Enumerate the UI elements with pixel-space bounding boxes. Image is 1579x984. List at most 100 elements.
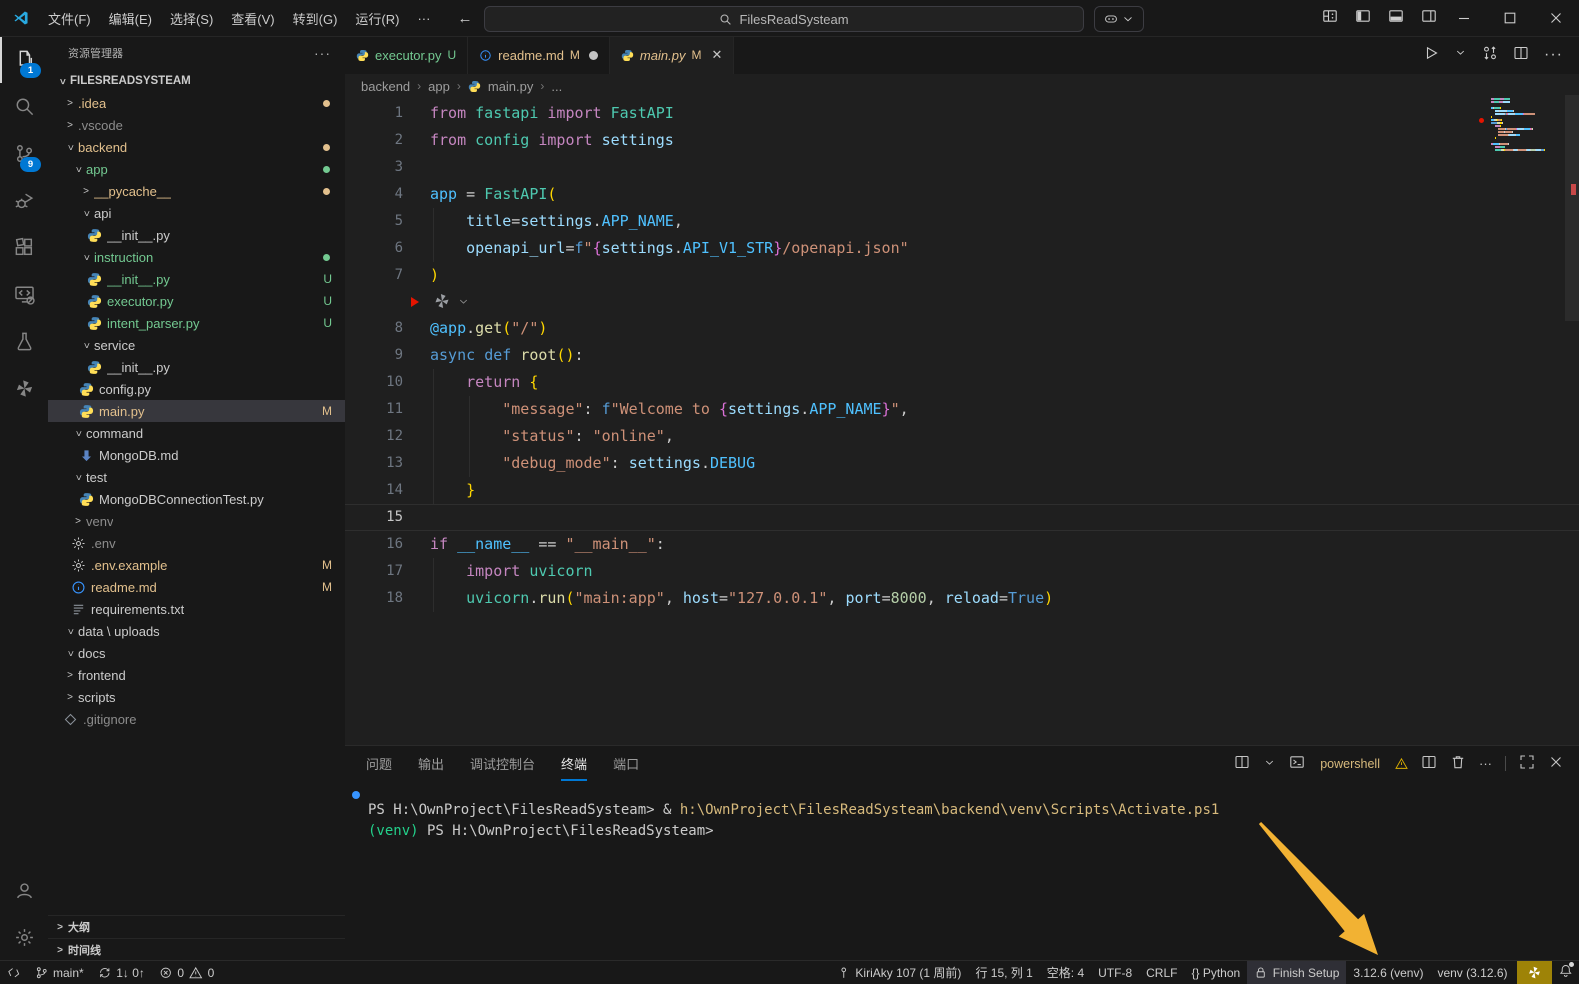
status-indentation[interactable]: 空格: 4 xyxy=(1040,961,1091,984)
status-extension-gold[interactable] xyxy=(1517,961,1552,984)
activity-search[interactable] xyxy=(0,83,48,130)
tree-item-mongodbconnectiontest-py[interactable]: MongoDBConnectionTest.py xyxy=(48,488,345,510)
ai-pinwheel-icon[interactable] xyxy=(433,292,451,314)
chevron-down-button[interactable] xyxy=(1263,756,1276,772)
tree-item-frontend[interactable]: >frontend xyxy=(48,664,345,686)
trash-button[interactable] xyxy=(1450,754,1466,773)
activity-ai-extension[interactable] xyxy=(0,365,48,412)
status-cursor-position[interactable]: 行 15, 列 1 xyxy=(968,961,1039,984)
tree-item-main-py[interactable]: main.pyM xyxy=(48,400,345,422)
explorer-more-actions[interactable]: ··· xyxy=(314,45,331,61)
tree-item-app[interactable]: >app xyxy=(48,158,345,180)
minimap[interactable] xyxy=(1491,98,1557,152)
status-remote-indicator[interactable] xyxy=(0,961,28,984)
activity-run-debug[interactable] xyxy=(0,177,48,224)
status-python-env[interactable]: venv (3.12.6) xyxy=(1430,961,1514,984)
status-encoding[interactable]: UTF-8 xyxy=(1091,961,1139,984)
tree-item-init-py[interactable]: __init__.py xyxy=(48,356,345,378)
tree-item-pycache[interactable]: >__pycache__ xyxy=(48,180,345,202)
menu-f[interactable]: 文件(F) xyxy=(39,5,100,31)
menu-[interactable]: ··· xyxy=(408,5,439,31)
menu-s[interactable]: 选择(S) xyxy=(161,5,222,31)
status-finish-setup[interactable]: Finish Setup xyxy=(1247,961,1346,984)
status-git-branch[interactable]: main* xyxy=(28,961,91,984)
activity-accounts[interactable] xyxy=(0,867,48,914)
chevron-down-button[interactable] xyxy=(1454,46,1467,64)
tree-item-requirements-txt[interactable]: requirements.txt xyxy=(48,598,345,620)
changes-button[interactable] xyxy=(1482,45,1498,66)
split-button[interactable] xyxy=(1513,45,1529,66)
section-[interactable]: >时间线 xyxy=(48,938,345,961)
status-blame[interactable]: KiriAky 107 (1 周前) xyxy=(830,961,969,984)
tree-item-venv[interactable]: >venv xyxy=(48,510,345,532)
panel-tab-[interactable]: 输出 xyxy=(418,746,444,781)
breadcrumb-item-backend[interactable]: backend xyxy=(361,79,410,94)
terminal-button[interactable] xyxy=(1289,754,1305,773)
close-tab-icon[interactable]: ✕ xyxy=(711,47,722,63)
tree-item-api[interactable]: >api xyxy=(48,202,345,224)
tree-item-service[interactable]: >service xyxy=(48,334,345,356)
activity-explorer[interactable]: 1 xyxy=(0,36,48,83)
tree-item-command[interactable]: >command xyxy=(48,422,345,444)
panel-left-button[interactable] xyxy=(1355,8,1371,29)
close-button[interactable] xyxy=(1548,754,1564,773)
panel-tab-[interactable]: 端口 xyxy=(613,746,639,781)
run-button[interactable] xyxy=(1423,45,1439,66)
panel-tab-[interactable]: 调试控制台 xyxy=(470,746,535,781)
activity-manage[interactable] xyxy=(0,914,48,961)
close-button[interactable] xyxy=(1533,0,1579,36)
status-language-mode[interactable]: {} Python xyxy=(1184,961,1247,984)
panel-tab-[interactable]: 终端 xyxy=(561,746,587,781)
activity-source-control[interactable]: 9 xyxy=(0,130,48,177)
status-eol[interactable]: CRLF xyxy=(1139,961,1184,984)
tree-item-gitignore[interactable]: .gitignore xyxy=(48,708,345,730)
tree-item-backend[interactable]: >backend xyxy=(48,136,345,158)
menu-g[interactable]: 转到(G) xyxy=(284,5,347,31)
copilot-button[interactable] xyxy=(1094,6,1144,32)
breadcrumb-item-[interactable]: ... xyxy=(551,79,562,94)
status-notifications[interactable] xyxy=(1552,961,1579,984)
tab-executor-py[interactable]: executor.pyU xyxy=(345,36,468,74)
breadcrumb[interactable]: backend›app›main.py›... xyxy=(345,74,1579,98)
tree-item-readme-md[interactable]: readme.mdM xyxy=(48,576,345,598)
tree-item-init-py[interactable]: __init__.pyU xyxy=(48,268,345,290)
maximize-button[interactable] xyxy=(1519,754,1535,773)
menu-r[interactable]: 运行(R) xyxy=(346,5,408,31)
tree-item-docs[interactable]: >docs xyxy=(48,642,345,664)
status-python-interpreter[interactable]: 3.12.6 (venv) xyxy=(1346,961,1430,984)
activity-extensions[interactable] xyxy=(0,224,48,271)
minimize-button[interactable] xyxy=(1441,0,1487,36)
tree-item-intent-parser-py[interactable]: intent_parser.pyU xyxy=(48,312,345,334)
menu-v[interactable]: 查看(V) xyxy=(222,5,283,31)
tree-item-instruction[interactable]: >instruction xyxy=(48,246,345,268)
more-actions-icon[interactable]: ··· xyxy=(1479,756,1492,771)
panel-tab-[interactable]: 问题 xyxy=(366,746,392,781)
maximize-win-button[interactable] xyxy=(1487,0,1533,36)
split-button[interactable] xyxy=(1421,754,1437,773)
split-button[interactable] xyxy=(1234,754,1250,773)
terminal[interactable]: PS H:\OwnProject\FilesReadSysteam> & h:\… xyxy=(345,781,1579,842)
tree-item-env[interactable]: .env xyxy=(48,532,345,554)
section-[interactable]: >大纲 xyxy=(48,915,345,938)
tree-item-idea[interactable]: >.idea xyxy=(48,92,345,114)
tree-item-vscode[interactable]: >.vscode xyxy=(48,114,345,136)
tree-root[interactable]: > FILESREADSYSTEAM xyxy=(48,70,345,92)
tree-item-config-py[interactable]: config.py xyxy=(48,378,345,400)
tab-readme-md[interactable]: readme.mdM xyxy=(468,36,610,74)
chevron-down-icon[interactable] xyxy=(457,294,470,312)
tree-item-init-py[interactable]: __init__.py xyxy=(48,224,345,246)
tree-item-executor-py[interactable]: executor.pyU xyxy=(48,290,345,312)
tree-item-scripts[interactable]: >scripts xyxy=(48,686,345,708)
status-problems[interactable]: 00 xyxy=(152,961,221,984)
editor-scrollbar[interactable] xyxy=(1565,95,1579,321)
tree-item-data-uploads[interactable]: >data \ uploads xyxy=(48,620,345,642)
breadcrumb-item-main-py[interactable]: main.py xyxy=(488,79,534,94)
status-git-sync[interactable]: 1↓ 0↑ xyxy=(91,961,152,984)
terminal-instance-label[interactable]: powershell xyxy=(1320,757,1380,771)
panel-bottom-button[interactable] xyxy=(1388,8,1404,29)
code-editor[interactable]: 1from fastapi import FastAPI2from config… xyxy=(345,98,1579,612)
activity-testing[interactable] xyxy=(0,318,48,365)
back-arrow-icon[interactable]: ← xyxy=(457,10,472,27)
command-center-search[interactable]: FilesReadSysteam xyxy=(484,6,1084,32)
menu-e[interactable]: 编辑(E) xyxy=(100,5,161,31)
